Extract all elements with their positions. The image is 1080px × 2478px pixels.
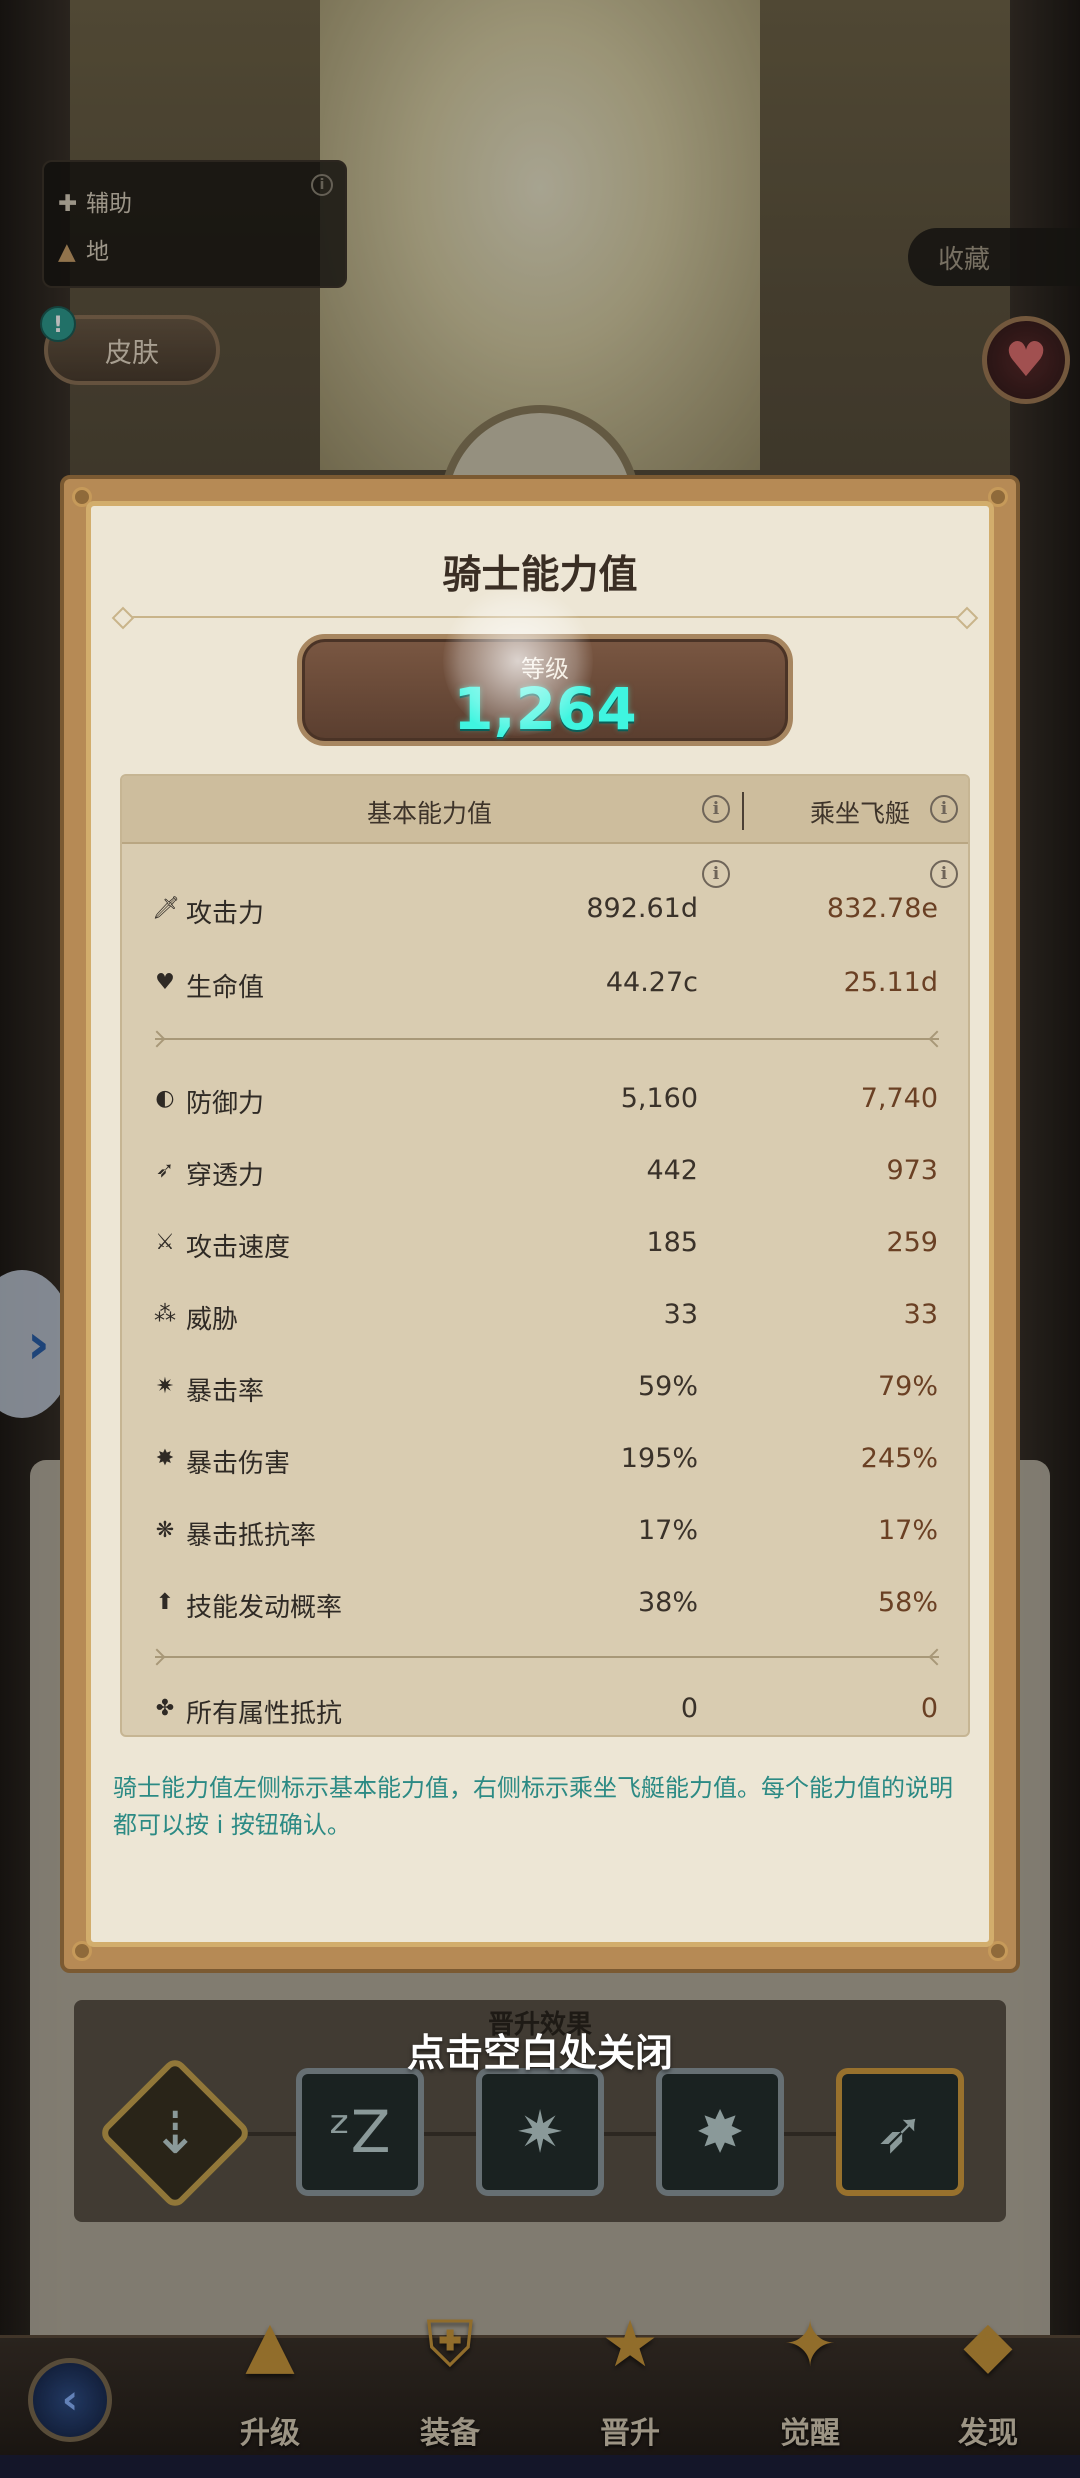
stat-row-defense[interactable]: ◐ 防御力 5,160 7,740 [122,1070,968,1130]
stats-table: 基本能力值 i 乘坐飞艇 i i i 🗡 攻击力 892.61d 832.78e… [120,774,970,1737]
stat-base-value: 185 [646,1227,698,1258]
title-divider [121,616,969,618]
stat-row-attack-speed[interactable]: ⚔ 攻击速度 185 259 [122,1214,968,1274]
section-divider [155,1038,939,1040]
stat-name: 防御力 [186,1089,265,1119]
stat-row-crit-resist[interactable]: ❋ 暴击抵抗率 17% 17% [122,1502,968,1562]
stat-base-value: 195% [620,1443,698,1474]
stat-row-all-resist[interactable]: ✤ 所有属性抵抗 0 0 [122,1680,968,1735]
stat-name: 穿透力 [186,1161,265,1191]
stat-name: 攻击力 [186,899,265,929]
stat-mount-value: 0 [920,1693,938,1724]
stat-row-crit-damage[interactable]: ✸ 暴击伤害 195% 245% [122,1430,968,1490]
stat-name: 暴击抵抗率 [186,1521,317,1551]
stat-name: 所有属性抵抗 [186,1699,343,1729]
all-resist-icon: ✤ [155,1696,175,1721]
stats-explanation: 骑士能力值左侧标示基本能力值，右侧标示乘坐飞艇能力值。每个能力值的说明都可以按 … [113,1774,953,1839]
pierce-icon: ➶ [155,1158,175,1183]
knight-stats-modal: 骑士能力值 等级 1,264 基本能力值 i 乘坐飞艇 i i i 🗡 攻击力 … [60,475,1020,1973]
stat-row-hp[interactable]: ♥ 生命值 44.27c 25.11d [122,954,968,1014]
header-separator [742,792,744,830]
base-stats-header: 基本能力值 [367,799,493,828]
stat-base-value: 44.27c [605,967,698,998]
stat-base-value: 33 [663,1299,698,1330]
stat-mount-value: 245% [860,1443,938,1474]
mount-stats-info-icon[interactable]: i [930,795,958,823]
stat-mount-value: 58% [877,1587,938,1618]
stat-row-skill-proc[interactable]: ⬆ 技能发动概率 38% 58% [122,1574,968,1634]
modal-body: 骑士能力值 等级 1,264 基本能力值 i 乘坐飞艇 i i i 🗡 攻击力 … [86,501,994,1947]
crit-rate-icon: ✷ [155,1374,175,1399]
close-hint: 点击空白处关闭 [406,2031,673,2075]
stat-mount-value: 973 [886,1155,938,1186]
crit-damage-icon: ✸ [155,1446,175,1471]
stat-name: 技能发动概率 [186,1593,343,1623]
stat-base-value: 17% [637,1515,698,1546]
stat-name: 暴击率 [186,1377,265,1407]
stat-name: 暴击伤害 [186,1449,291,1479]
stat-row-threat[interactable]: ⁂ 威胁 33 33 [122,1286,968,1346]
level-badge: 等级 1,264 [297,634,793,746]
skill-proc-icon: ⬆ [155,1590,175,1615]
stat-name: 生命值 [186,973,265,1003]
stat-row-crit-rate[interactable]: ✷ 暴击率 59% 79% [122,1358,968,1418]
base-stats-info-icon[interactable]: i [702,795,730,823]
attack-speed-icon: ⚔ [155,1230,175,1255]
stat-row-penetration[interactable]: ➶ 穿透力 442 973 [122,1142,968,1202]
stat-mount-value: 25.11d [843,967,938,998]
stat-mount-value: 33 [903,1299,938,1330]
stat-base-value: 0 [680,1693,698,1724]
threat-icon: ⁂ [154,1302,176,1327]
crit-resist-icon: ❋ [155,1518,175,1543]
section-divider [155,1656,939,1658]
stat-row-attack[interactable]: 🗡 攻击力 892.61d 832.78e [122,880,968,940]
shield-icon: ◐ [155,1086,175,1111]
sword-icon: 🗡 [152,896,180,921]
stat-base-value: 442 [646,1155,698,1186]
heart-plus-icon: ♥ [155,970,175,995]
stat-name: 攻击速度 [186,1233,291,1263]
stat-mount-value: 832.78e [826,893,938,924]
stat-name: 威胁 [186,1305,239,1335]
stat-mount-value: 17% [877,1515,938,1546]
stat-mount-value: 259 [886,1227,938,1258]
stat-mount-value: 7,740 [860,1083,938,1114]
modal-title: 骑士能力值 [442,553,638,598]
stat-base-value: 38% [637,1587,698,1618]
stat-mount-value: 79% [877,1371,938,1402]
stat-base-value: 5,160 [620,1083,698,1114]
mount-stats-header: 乘坐飞艇 [810,799,911,828]
stat-base-value: 892.61d [586,893,698,924]
level-value: 1,264 [453,675,637,743]
stat-base-value: 59% [637,1371,698,1402]
stats-header: 基本能力值 i 乘坐飞艇 i [122,776,968,844]
